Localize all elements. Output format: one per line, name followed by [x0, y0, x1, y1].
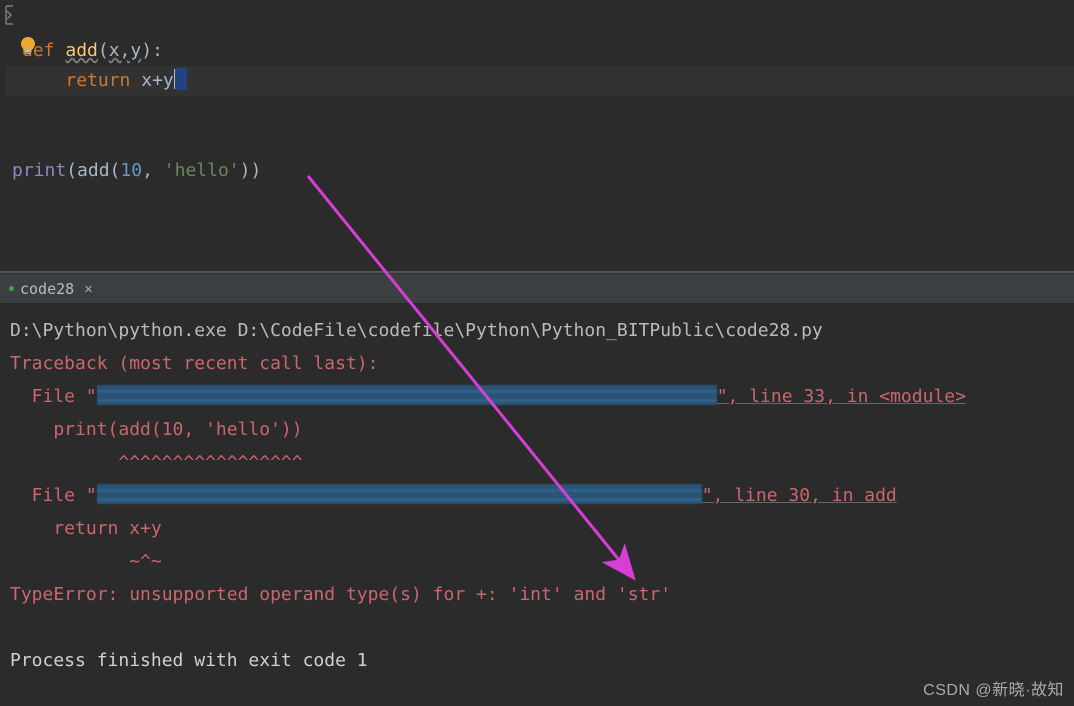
function-name: add: [65, 40, 98, 61]
tab-code28[interactable]: code28 ✕: [5, 274, 103, 303]
console-command: D:\Python\python.exe D:\CodeFile\codefil…: [10, 314, 1074, 347]
console-caret-2: ~^~: [10, 545, 1074, 578]
console-file-ref-2: File "", line 30, in add: [10, 479, 1074, 512]
builtin-print: print: [12, 160, 66, 181]
console-blank: [10, 611, 1074, 644]
console-caret-1: ^^^^^^^^^^^^^^^^^: [10, 446, 1074, 479]
lightbulb-icon[interactable]: [18, 36, 38, 61]
console-pane[interactable]: D:\Python\python.exe D:\CodeFile\codefil…: [0, 304, 1074, 677]
code-line-5[interactable]: print(add(10, 'hello')): [6, 156, 1074, 186]
code-line-3[interactable]: [6, 96, 1074, 126]
selection-highlight: [175, 68, 187, 90]
close-icon[interactable]: ✕: [84, 281, 92, 297]
console-error: TypeError: unsupported operand type(s) f…: [10, 578, 1074, 611]
watermark: CSDN @新晓·故知: [923, 676, 1064, 700]
tab-label: code28: [20, 280, 74, 298]
run-status-dot-icon: [9, 286, 14, 291]
console-tab-bar: code28 ✕: [0, 273, 1074, 304]
console-callsite-2: return x+y: [10, 512, 1074, 545]
redacted-path: [97, 385, 717, 405]
console-file-ref-1: File "", line 33, in <module>: [10, 380, 1074, 413]
editor-pane[interactable]: def add(x,y): return x+y print(add(10, '…: [0, 0, 1074, 271]
code-line-4[interactable]: [6, 126, 1074, 156]
console-callsite-1: print(add(10, 'hello')): [10, 413, 1074, 446]
code-line-1[interactable]: def add(x,y):: [6, 6, 1074, 66]
redacted-path: [97, 484, 702, 504]
keyword-return: return: [65, 70, 130, 91]
param-list: x,y: [109, 40, 142, 61]
console-exit: Process finished with exit code 1: [10, 644, 1074, 677]
console-traceback-header: Traceback (most recent call last):: [10, 347, 1074, 380]
code-line-2[interactable]: return x+y: [6, 66, 1074, 96]
